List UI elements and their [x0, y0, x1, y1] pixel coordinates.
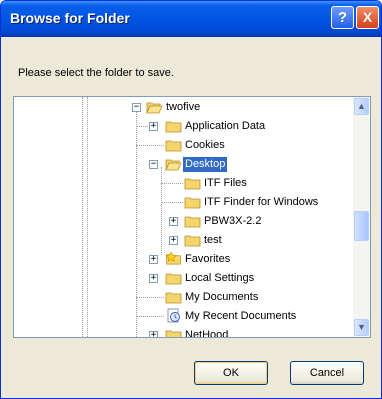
tree-connector — [136, 126, 150, 127]
tree-item-label[interactable]: PBW3X-2.2 — [202, 214, 263, 229]
scroll-up-button[interactable]: ▲ — [354, 98, 369, 115]
tree-item-label-selected[interactable]: Desktop — [183, 157, 228, 172]
instruction-text: Please select the folder to save. — [18, 67, 174, 79]
expand-toggle[interactable]: + — [169, 217, 178, 226]
tree-item-label[interactable]: My Documents — [183, 290, 260, 305]
tree-item-label[interactable]: My Recent Documents — [183, 309, 298, 324]
tree-guide-line — [82, 97, 83, 337]
tree-item-label[interactable]: NetHood — [183, 328, 230, 337]
vertical-scrollbar[interactable]: ▲ ▼ — [353, 97, 370, 337]
recent-documents-icon — [167, 308, 180, 323]
tree-connector — [136, 297, 164, 298]
scroll-thumb[interactable] — [354, 211, 369, 241]
window-title: Browse for Folder — [10, 10, 130, 26]
collapse-toggle[interactable]: − — [132, 103, 141, 112]
tree-item-label[interactable]: Cookies — [183, 138, 227, 153]
tree-guide-line — [87, 97, 88, 337]
expand-toggle[interactable]: + — [149, 255, 158, 264]
folder-icon — [165, 292, 182, 304]
expand-toggle[interactable]: + — [169, 236, 178, 245]
tree-connector — [136, 145, 164, 146]
cancel-button[interactable]: Cancel — [290, 361, 364, 385]
tree-guide-line — [161, 167, 162, 255]
close-button[interactable]: X — [356, 6, 379, 29]
folder-open-icon — [165, 159, 182, 171]
tree-item-label[interactable]: twofive — [164, 100, 202, 115]
ok-button[interactable]: OK — [194, 361, 268, 385]
tree-item-label[interactable]: Favorites — [183, 252, 232, 267]
tree-connector — [161, 183, 183, 184]
tree-item-label[interactable]: test — [202, 233, 224, 248]
tree-item-label[interactable]: Application Data — [183, 119, 267, 134]
folder-tree[interactable]: − twofive + Application Data Cookies − D… — [13, 96, 371, 338]
folder-icon — [184, 216, 201, 228]
folder-icon — [165, 330, 182, 337]
collapse-toggle[interactable]: − — [149, 160, 158, 169]
scroll-down-button[interactable]: ▼ — [354, 319, 369, 336]
tree-item-label[interactable]: ITF Finder for Windows — [202, 195, 320, 210]
tree-connector — [136, 316, 164, 317]
folder-icon — [184, 235, 201, 247]
star-folder-icon — [165, 252, 181, 265]
folder-icon — [165, 140, 182, 152]
folder-icon — [184, 178, 201, 190]
tree-item-label[interactable]: ITF Files — [202, 176, 249, 191]
help-button[interactable]: ? — [331, 6, 354, 29]
title-bar[interactable]: Browse for Folder ? X — [1, 1, 381, 37]
tree-guide-line — [136, 107, 137, 337]
folder-icon — [165, 273, 182, 285]
folder-icon — [165, 121, 182, 133]
tree-item-label[interactable]: Local Settings — [183, 271, 256, 286]
folder-icon — [184, 197, 201, 209]
folder-open-icon — [146, 102, 163, 114]
expand-toggle[interactable]: + — [149, 122, 158, 131]
expand-toggle[interactable]: + — [149, 274, 158, 283]
expand-toggle[interactable]: + — [149, 331, 158, 337]
browse-for-folder-dialog: Browse for Folder ? X Please select the … — [0, 0, 382, 399]
tree-connector — [161, 202, 183, 203]
